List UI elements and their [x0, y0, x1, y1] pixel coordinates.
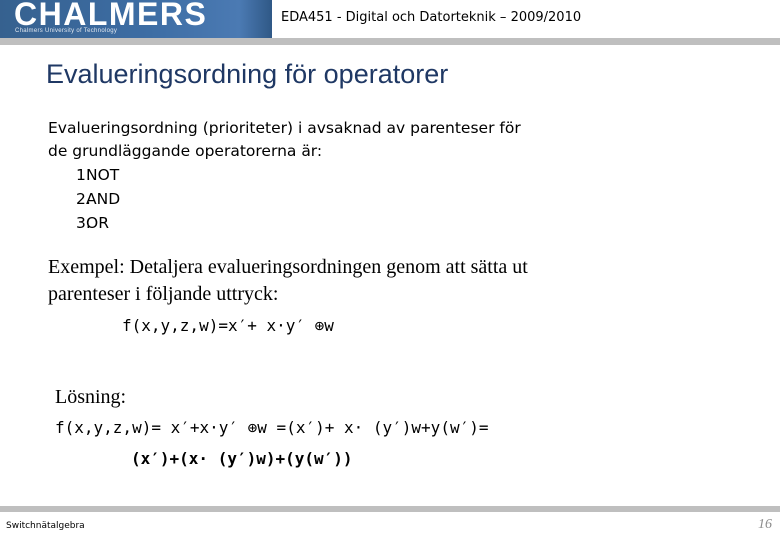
body-paragraph-line-2: de grundläggande operatorerna är:: [48, 142, 323, 160]
slide-header: CHALMERS Chalmers University of Technolo…: [0, 0, 780, 45]
chalmers-wordmark: CHALMERS: [14, 0, 208, 32]
footer-topic-label: Switchnätalgebra: [6, 521, 85, 531]
course-title: EDA451 - Digital och Datorteknik – 2009/…: [281, 10, 582, 25]
example-line-1: Exempel: Detaljera evalueringsordningen …: [48, 256, 528, 278]
list-item-number: 3.: [76, 214, 91, 232]
solution-label: Lösning:: [55, 386, 127, 408]
solution-formula-line-2: (x′)+(x· (y′)w)+(y(w′)): [131, 449, 353, 468]
body-content: Evalueringsordning (prioriteter) i avsak…: [48, 117, 738, 235]
list-item: 2.AND: [48, 187, 738, 211]
solution-formula-line-1: f(x,y,z,w)= x′+x·y′ ⊕w =(x′)+ x· (y′)w+y…: [55, 418, 489, 437]
list-item: 1.NOT: [48, 163, 738, 187]
page-title: Evalueringsordning för operatorer: [46, 59, 449, 89]
header-divider: [0, 38, 780, 45]
example-section: Exempel: Detaljera evalueringsordningen …: [48, 254, 748, 339]
chalmers-tagline: Chalmers University of Technology: [15, 28, 118, 34]
list-item-number: 2.: [76, 190, 91, 208]
example-formula: f(x,y,z,w)=x′+ x·y′ ⊕w: [122, 316, 334, 335]
body-paragraph-line-1: Evalueringsordning (prioriteter) i avsak…: [48, 119, 521, 137]
page-number: 16: [758, 517, 772, 532]
list-item-label: AND: [86, 190, 121, 208]
footer-divider: [0, 506, 780, 512]
chalmers-logo: CHALMERS Chalmers University of Technolo…: [0, 0, 272, 38]
solution-section: Lösning: f(x,y,z,w)= x′+x·y′ ⊕w =(x′)+ x…: [55, 384, 765, 472]
list-item-label: NOT: [86, 166, 120, 184]
list-item: 3.OR: [48, 211, 738, 235]
list-item-number: 1.: [76, 166, 91, 184]
list-item-label: OR: [86, 214, 109, 232]
example-line-2: parenteser i följande uttryck:: [48, 283, 279, 305]
operator-priority-list: 1.NOT 2.AND 3.OR: [48, 163, 738, 235]
